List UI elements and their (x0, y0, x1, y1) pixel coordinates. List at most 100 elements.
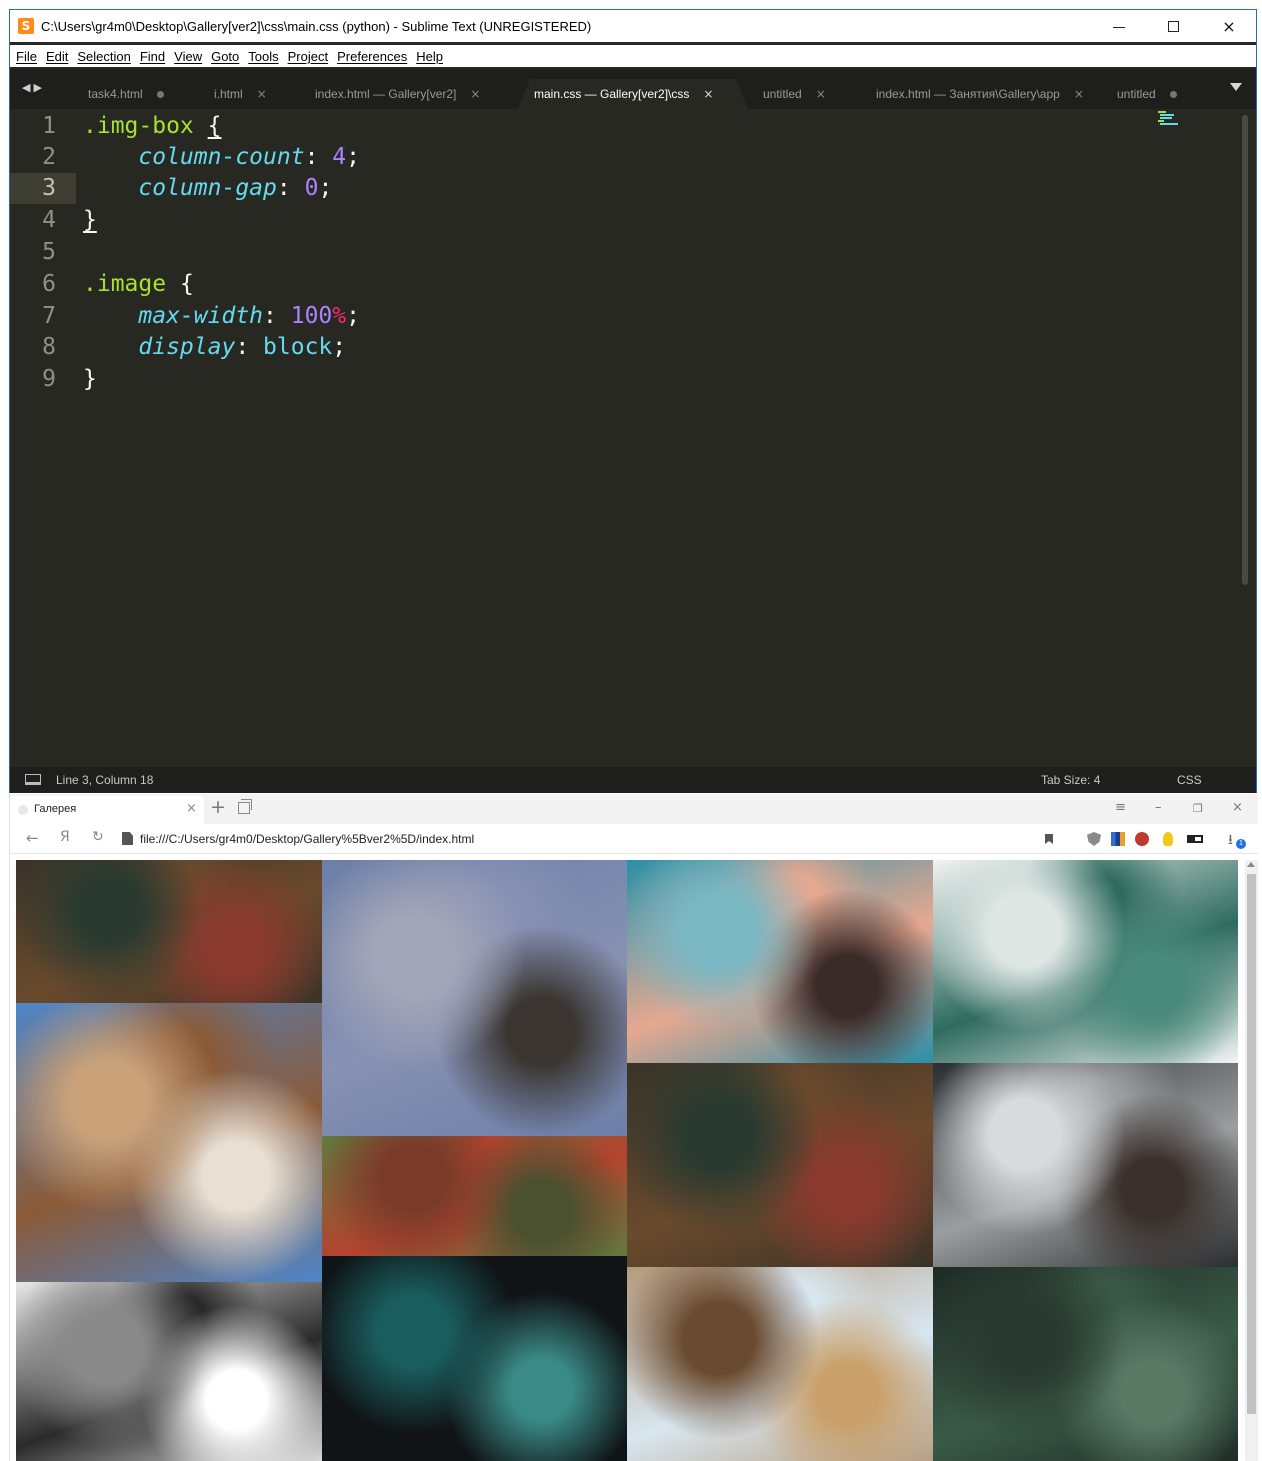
photo-dark-leaves (932, 1267, 1238, 1461)
tab-task4-html[interactable]: task4.html (88, 79, 164, 109)
code-line-9: } (83, 366, 97, 392)
css-selector: .image (83, 271, 167, 297)
tab-label: i.html (214, 87, 243, 101)
tab-main-css[interactable]: main.css — Gallery[ver2]\css × (534, 79, 714, 109)
tab-label: index.html — Занятия\Gallery\app (876, 87, 1060, 101)
books-extension-icon[interactable] (1111, 832, 1125, 846)
semicolon: ; (332, 334, 347, 360)
css-property: display (138, 334, 236, 360)
url-text[interactable]: file:///C:/Users/gr4m0/Desktop/Gallery%5… (140, 832, 474, 846)
title-bar: S C:\Users\gr4m0\Desktop\Gallery[ver2]\c… (10, 10, 1256, 42)
browser-menu-icon[interactable]: ≡ (1115, 800, 1126, 815)
tab-list-dropdown-icon[interactable] (1230, 83, 1242, 91)
tab-i-html[interactable]: i.html × (214, 79, 267, 109)
menu-tools[interactable]: Tools (248, 49, 278, 64)
line-number: 5 (42, 239, 56, 265)
browser-minimize-button[interactable]: – (1155, 800, 1162, 815)
local-file-icon (122, 832, 133, 845)
tab-close-icon[interactable]: × (703, 87, 713, 101)
tab-close-icon[interactable]: × (816, 87, 826, 101)
menu-preferences[interactable]: Preferences (337, 49, 407, 64)
scroll-up-arrow-icon[interactable] (1247, 862, 1255, 867)
minimize-icon (1113, 26, 1125, 28)
address-bar[interactable]: file:///C:/Users/gr4m0/Desktop/Gallery%5… (118, 827, 1058, 851)
menu-find[interactable]: Find (140, 49, 165, 64)
menu-edit[interactable]: Edit (46, 49, 68, 64)
menu-file[interactable]: File (16, 49, 37, 64)
editor-scrollbar[interactable] (1242, 115, 1248, 585)
code-line-2: column-count: 4; (83, 144, 360, 170)
browser-window: Галерея × + ≡ – ❐ × ← Я ↻ file:///C:/Use… (9, 794, 1258, 1461)
unsaved-dot-icon[interactable] (156, 90, 164, 98)
syntax-selector[interactable]: CSS (1177, 773, 1202, 787)
unsaved-dot-icon[interactable] (1169, 90, 1177, 98)
menu-goto[interactable]: Goto (211, 49, 239, 64)
menu-view[interactable]: View (174, 49, 202, 64)
browser-restore-button[interactable]: ❐ (1193, 802, 1203, 815)
tab-size-selector[interactable]: Tab Size: 4 (1041, 773, 1100, 787)
tab-untitled-2[interactable]: untitled (1117, 79, 1177, 109)
line-number: 7 (42, 303, 56, 329)
line-number: 2 (42, 144, 56, 170)
browser-tab-strip: Галерея × + ≡ – ❐ × (10, 794, 1258, 824)
photo-berries-leaves-2 (627, 1063, 933, 1267)
colon: : (263, 303, 277, 329)
menu-help[interactable]: Help (416, 49, 443, 64)
photo-sprinter (321, 860, 627, 1136)
shield-extension-icon[interactable] (1087, 832, 1101, 846)
photo-fern-fog (932, 860, 1238, 1063)
minimap[interactable] (1158, 111, 1180, 125)
browser-tab-title: Галерея (34, 803, 77, 815)
tabs-list-icon[interactable] (238, 799, 252, 814)
open-brace: { (207, 113, 222, 139)
status-bar: Line 3, Column 18 Tab Size: 4 CSS (10, 767, 1256, 793)
css-value: 4 (332, 144, 347, 170)
browser-toolbar: ← Я ↻ file:///C:/Users/gr4m0/Desktop/Gal… (10, 824, 1258, 854)
menu-project[interactable]: Project (288, 49, 328, 64)
tab-close-icon[interactable]: × (470, 87, 480, 101)
line-number: 6 (42, 271, 56, 297)
line-number: 3 (42, 175, 56, 201)
css-property: max-width (138, 303, 264, 329)
back-button[interactable]: ← (26, 829, 39, 847)
semicolon: ; (318, 175, 333, 201)
browser-close-button[interactable]: × (1232, 800, 1243, 815)
css-selector: .img-box (83, 113, 194, 139)
colon: : (276, 175, 291, 201)
page-scrollbar-thumb[interactable] (1247, 874, 1256, 1414)
code-line-6: .image { (83, 271, 194, 297)
tab-close-icon[interactable]: × (1074, 87, 1084, 101)
tab-close-icon[interactable]: × (257, 87, 267, 101)
tab-index-html-zanyatiya[interactable]: index.html — Занятия\Gallery\app × (876, 79, 1084, 109)
downloads-badge: 1 (1236, 839, 1246, 849)
sublime-app-icon: S (18, 18, 34, 34)
code-editor[interactable]: 1 2 3 4 5 6 7 8 9 .img-box { column-coun… (10, 109, 1256, 767)
reload-button[interactable]: ↻ (92, 829, 104, 845)
colon: : (304, 144, 319, 170)
browser-tab-close-icon[interactable]: × (186, 801, 197, 816)
lightbulb-extension-icon[interactable] (1163, 832, 1173, 846)
yandex-icon[interactable]: Я (60, 829, 70, 845)
tab-index-html-gallery[interactable]: index.html — Gallery[ver2] × (315, 79, 480, 109)
code-line-8: display: block; (83, 334, 346, 360)
close-icon: × (1222, 16, 1236, 36)
tab-nav-arrows-icon[interactable]: ◀▶ (22, 81, 45, 94)
page-favicon-icon (18, 805, 28, 815)
downloads-icon[interactable]: ⭳ (1228, 829, 1233, 853)
minimize-button[interactable] (1092, 10, 1146, 42)
browser-tab-gallery[interactable]: Галерея × (10, 796, 204, 824)
menu-selection[interactable]: Selection (77, 49, 130, 64)
tab-label: index.html — Gallery[ver2] (315, 87, 457, 101)
tab-label: untitled (763, 87, 802, 101)
line-number: 4 (42, 207, 56, 233)
semicolon: ; (346, 303, 360, 329)
new-tab-button[interactable]: + (210, 796, 226, 818)
photo-berries-leaves-1 (16, 860, 322, 1003)
bug-extension-icon[interactable] (1135, 832, 1149, 846)
maximize-button[interactable] (1146, 10, 1200, 42)
tab-untitled-1[interactable]: untitled × (763, 79, 826, 109)
battery-extension-icon[interactable] (1187, 835, 1203, 843)
panel-toggle-icon[interactable] (25, 774, 41, 785)
cursor-position: Line 3, Column 18 (56, 773, 154, 787)
close-button[interactable]: × (1202, 10, 1256, 42)
